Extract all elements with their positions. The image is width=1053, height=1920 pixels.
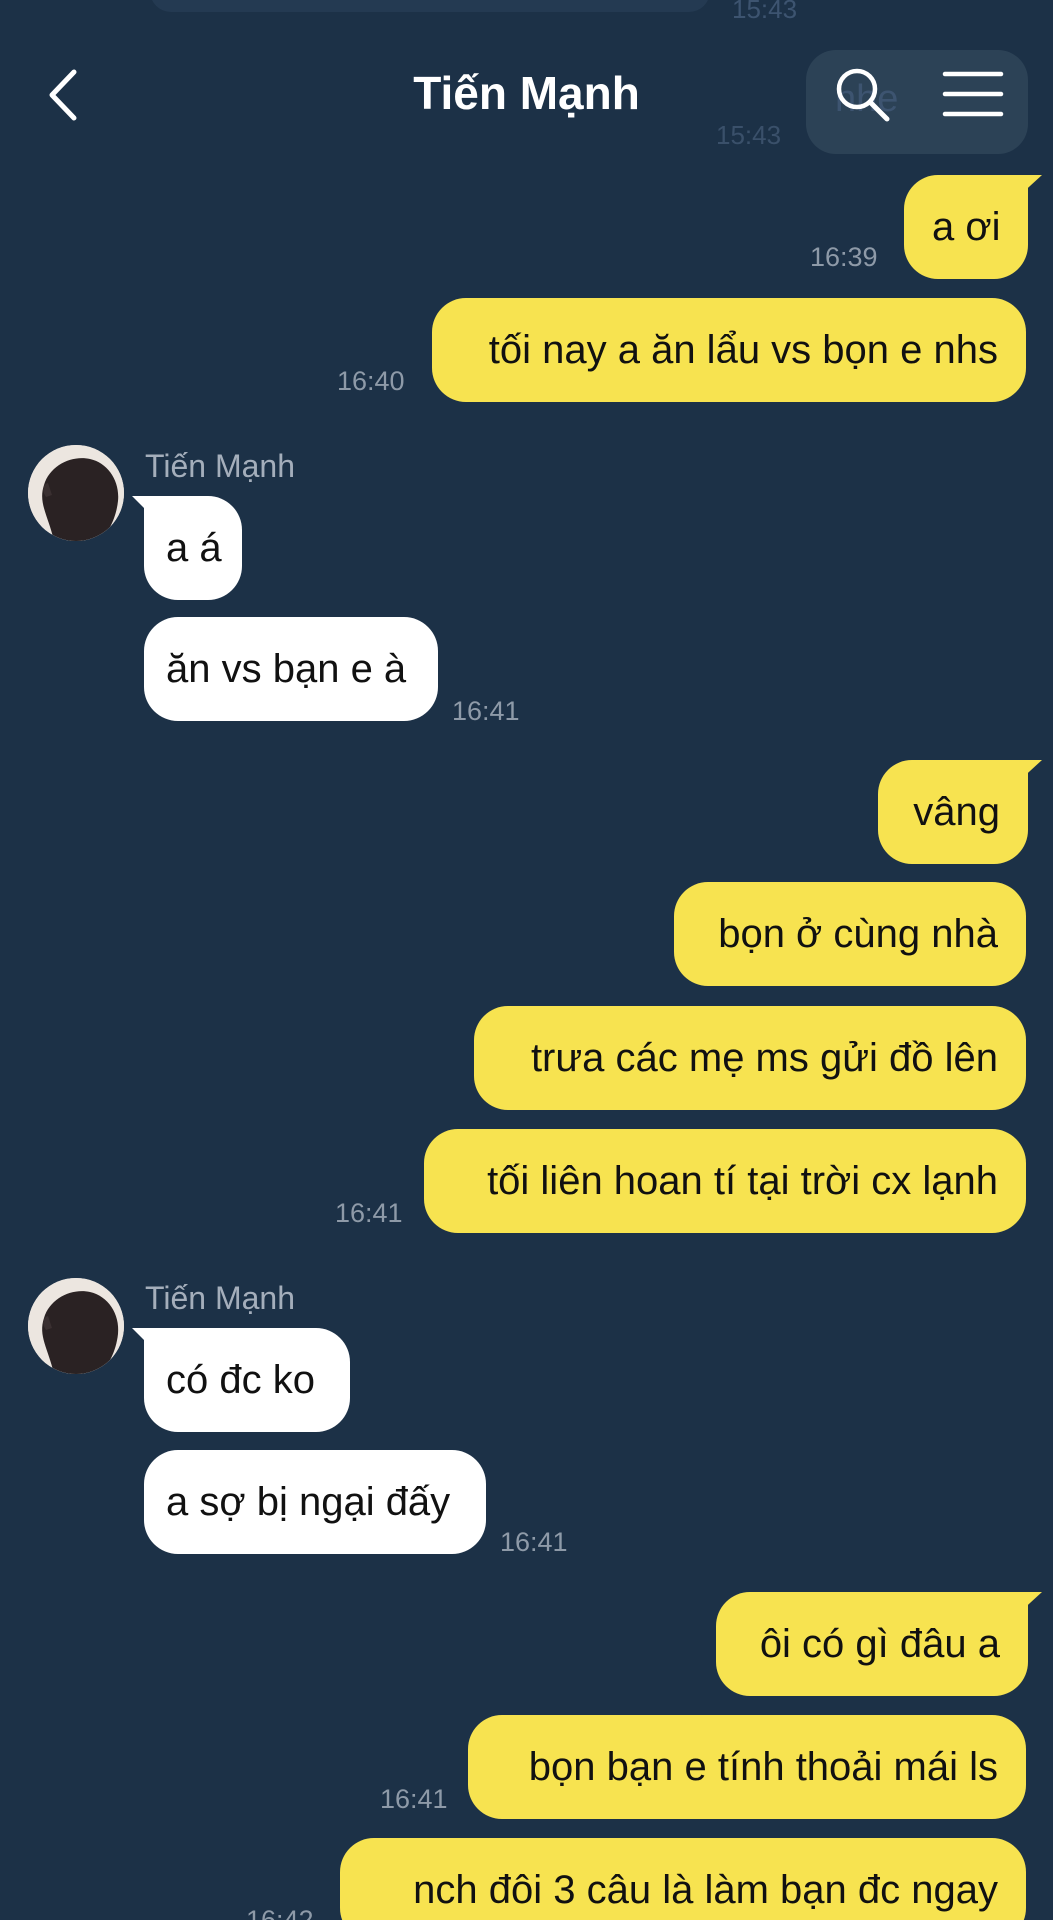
avatar-image [28,1278,124,1374]
received-message-bubble[interactable]: a sợ bị ngại đấy [144,1450,486,1554]
sender-name: Tiến Mạnh [145,1280,295,1316]
sent-message-bubble[interactable]: ôi có gì đâu a [716,1592,1042,1696]
received-message-bubble[interactable]: a á [132,496,242,600]
message-time: 16:42 [246,1905,314,1920]
sent-message-bubble[interactable]: bọn bạn e tính thoải mái ls [468,1715,1026,1819]
sent-message-bubble[interactable]: vâng [878,760,1042,864]
hamburger-menu-icon [942,71,1004,117]
contact-avatar[interactable] [28,1278,124,1374]
search-button[interactable] [834,66,892,124]
sent-message-bubble[interactable]: nch đôi 3 câu là làm bạn đc ngay [340,1838,1026,1920]
search-icon [836,68,890,122]
previous-sent-time: 15:43 [716,120,782,150]
previous-message-time: 15:43 [732,0,798,24]
sent-message-bubble[interactable]: tối nay a ăn lẩu vs bọn e nhs [432,298,1026,402]
message-time: 16:41 [452,696,520,726]
message-time: 16:41 [500,1527,568,1557]
received-message-bubble[interactable]: có đc ko [132,1328,350,1432]
sent-message-bubble[interactable]: bọn ở cùng nhà [674,882,1026,986]
sent-message-bubble[interactable]: a ơi [904,175,1042,279]
chat-screen: 15:43 nhe 15:43 Tiến Mạnh a ơi 16:39 tối… [0,0,1053,1920]
back-button[interactable] [42,62,92,128]
message-time: 16:41 [335,1198,403,1228]
menu-button[interactable] [942,68,1004,120]
contact-avatar[interactable] [28,445,124,541]
received-message-bubble[interactable]: ăn vs bạn e à [144,617,438,721]
sent-message-bubble[interactable]: tối liên hoan tí tại trời cx lạnh [424,1129,1026,1233]
message-time: 16:40 [337,366,405,396]
sent-message-bubble[interactable]: trưa các mẹ ms gửi đồ lên [474,1006,1026,1110]
message-time: 16:39 [810,242,878,272]
avatar-image [28,445,124,541]
chevron-left-icon [49,69,77,121]
previous-message-bubble [150,0,710,12]
sender-name: Tiến Mạnh [145,448,295,484]
message-time: 16:41 [380,1784,448,1814]
